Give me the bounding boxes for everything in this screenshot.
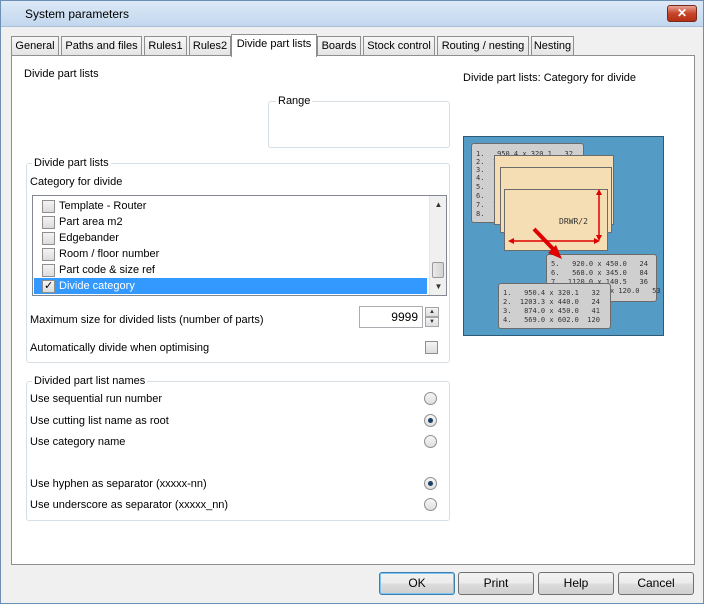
option-cutting-list-radio[interactable] <box>424 414 437 427</box>
preview-arrows <box>508 189 602 259</box>
item-checkbox[interactable] <box>42 216 55 229</box>
range-label: Range <box>276 95 313 107</box>
tab-rules1[interactable]: Rules1 <box>144 36 187 56</box>
tab-divide-part-lists[interactable]: Divide part lists <box>231 34 317 57</box>
scroll-thumb[interactable] <box>432 262 444 278</box>
category-listbox[interactable]: Template - Router Part area m2 Edgebande… <box>32 195 447 296</box>
category-label: Category for divide <box>30 176 123 188</box>
item-label: Template - Router <box>59 200 147 212</box>
item-label: Room / floor number <box>59 248 160 260</box>
auto-divide-label: Automatically divide when optimising <box>30 342 210 354</box>
list-item[interactable]: Part area m2 <box>34 214 427 230</box>
list-item[interactable]: Part code & size ref <box>34 262 427 278</box>
item-label: Part area m2 <box>59 216 123 228</box>
scroll-down-icon[interactable]: ▼ <box>430 278 447 295</box>
max-size-stepper: 9999 ▲ ▼ <box>359 306 439 328</box>
separator-underscore-label: Use underscore as separator (xxxxx_nn) <box>30 499 229 511</box>
tab-rules2[interactable]: Rules2 <box>189 36 231 56</box>
preview-image: 1. 950.4 x 320.1 32 2. 1203.3 x 440.0 24… <box>463 136 664 336</box>
separator-underscore-radio[interactable] <box>424 498 437 511</box>
item-checkbox[interactable] <box>42 232 55 245</box>
divide-group-legend: Divide part lists <box>32 157 111 169</box>
tab-nesting[interactable]: Nesting <box>531 36 574 56</box>
list-item[interactable]: Edgebander <box>34 230 427 246</box>
option-cutting-list-label: Use cutting list name as root <box>30 415 169 427</box>
list-item[interactable]: Template - Router <box>34 198 427 214</box>
scroll-up-icon[interactable]: ▲ <box>430 196 447 213</box>
tab-page: Divide part lists Range Divide part list… <box>11 55 695 565</box>
option-sequential-radio[interactable] <box>424 392 437 405</box>
list-scrollbar[interactable]: ▲ ▼ <box>429 196 446 295</box>
range-group <box>268 101 450 148</box>
ok-button[interactable]: OK <box>379 572 455 595</box>
window-title: System parameters <box>25 7 130 21</box>
max-size-input[interactable]: 9999 <box>359 306 423 328</box>
names-group-legend: Divided part list names <box>32 375 148 387</box>
print-button[interactable]: Print <box>458 572 534 595</box>
item-checkbox-checked[interactable] <box>42 279 55 293</box>
list-item[interactable]: Room / floor number <box>34 246 427 262</box>
item-checkbox[interactable] <box>42 248 55 261</box>
option-category-label: Use category name <box>30 436 126 448</box>
preview-caption: Divide part lists: Category for divide <box>463 72 637 84</box>
spin-down-icon[interactable]: ▼ <box>425 317 439 327</box>
close-icon[interactable]: ✕ <box>667 5 697 22</box>
option-sequential-label: Use sequential run number <box>30 393 163 405</box>
item-label: Divide category <box>59 280 135 292</box>
item-label: Edgebander <box>59 232 119 244</box>
page-heading: Divide part lists <box>24 68 99 80</box>
tab-routing-nesting[interactable]: Routing / nesting <box>437 36 529 56</box>
item-checkbox[interactable] <box>42 264 55 277</box>
auto-divide-checkbox[interactable] <box>425 341 438 354</box>
tab-boards[interactable]: Boards <box>317 36 361 56</box>
item-checkbox[interactable] <box>42 200 55 213</box>
option-category-radio[interactable] <box>424 435 437 448</box>
arrow-head-icon <box>596 189 602 195</box>
separator-hyphen-radio[interactable] <box>424 477 437 490</box>
spin-up-icon[interactable]: ▲ <box>425 307 439 317</box>
tab-stock-control[interactable]: Stock control <box>363 36 435 56</box>
separator-hyphen-label: Use hyphen as separator (xxxxx-nn) <box>30 478 207 490</box>
system-parameters-window: System parameters ✕ General Paths and fi… <box>0 0 704 604</box>
help-button[interactable]: Help <box>538 572 614 595</box>
tab-paths-and-files[interactable]: Paths and files <box>61 36 142 56</box>
max-size-label: Maximum size for divided lists (number o… <box>30 314 264 326</box>
title-bar: System parameters ✕ <box>1 1 703 27</box>
cancel-button[interactable]: Cancel <box>618 572 694 595</box>
list-item-selected[interactable]: Divide category <box>34 278 427 294</box>
arrow-head-icon <box>508 238 514 244</box>
tab-general[interactable]: General <box>11 36 59 56</box>
item-label: Part code & size ref <box>59 264 155 276</box>
